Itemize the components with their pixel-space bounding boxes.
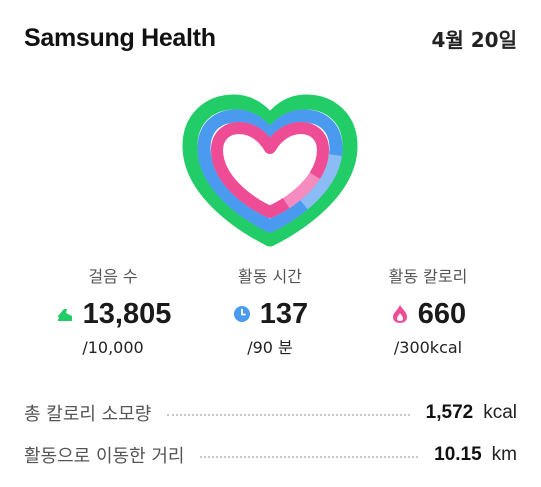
heart-rings-svg <box>182 94 358 247</box>
active-calories-stat[interactable]: 활동 칼로리 660 /300kcal <box>343 266 513 359</box>
steps-label: 걸음 수 <box>88 267 138 286</box>
total-calories-row[interactable]: 총 칼로리 소모량 1,572 kcal <box>24 398 517 428</box>
steps-value: 13,805 <box>82 297 172 330</box>
stats-row: 걸음 수 13,805 /10,000 활동 시간 137 /90 분 활동 칼… <box>0 266 541 366</box>
summary-list: 총 칼로리 소모량 1,572 kcal 활동으로 이동한 거리 10.15 k… <box>24 398 517 482</box>
total-calories-unit: kcal <box>483 402 517 423</box>
app-title: Samsung Health <box>24 23 216 52</box>
dotted-leader <box>200 456 419 458</box>
steps-stat[interactable]: 걸음 수 13,805 /10,000 <box>28 266 198 359</box>
header: Samsung Health 4월 20일 <box>24 18 517 58</box>
distance-value: 10.15 <box>434 444 482 465</box>
active-time-label: 활동 시간 <box>238 267 302 286</box>
distance-row[interactable]: 활동으로 이동한 거리 10.15 km <box>24 440 517 470</box>
health-card[interactable]: Samsung Health 4월 20일 걸음 수 13,805 /10,00… <box>0 0 541 487</box>
active-calories-goal: /300kcal <box>393 338 463 357</box>
distance-unit: km <box>491 444 517 465</box>
active-calories-label: 활동 칼로리 <box>388 267 468 286</box>
active-time-goal: /90 분 <box>247 338 293 357</box>
active-time-stat[interactable]: 활동 시간 137 /90 분 <box>185 266 355 359</box>
distance-label: 활동으로 이동한 거리 <box>24 446 185 467</box>
clock-icon <box>232 304 252 324</box>
active-calories-value: 660 <box>417 297 467 330</box>
flame-icon <box>390 304 410 324</box>
active-time-value: 137 <box>259 297 309 330</box>
total-calories-label: 총 칼로리 소모량 <box>24 404 152 425</box>
steps-goal: /10,000 <box>82 338 144 357</box>
dotted-leader <box>167 414 410 416</box>
shoe-icon <box>55 304 75 324</box>
activity-heart-rings[interactable] <box>180 92 360 248</box>
total-calories-value: 1,572 <box>425 402 474 423</box>
date-label: 4월 20일 <box>431 27 517 52</box>
